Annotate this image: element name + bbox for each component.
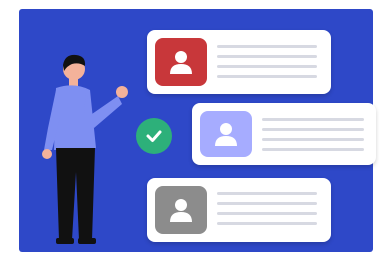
- avatar-purple: [200, 111, 252, 157]
- card-text-lines: [217, 192, 317, 232]
- profile-card-purple-selected[interactable]: [192, 103, 376, 165]
- user-icon: [170, 199, 192, 222]
- person-right-shoe: [78, 238, 96, 244]
- person-left-shoe: [56, 238, 74, 244]
- avatar-gray: [155, 186, 207, 234]
- user-icon: [215, 123, 237, 146]
- user-icon: [170, 51, 192, 74]
- check-circle-icon: [136, 118, 172, 154]
- card-text-lines: [262, 118, 364, 158]
- avatar-red: [155, 38, 207, 86]
- person-left-hand: [42, 149, 52, 159]
- profile-card-gray[interactable]: [147, 178, 331, 242]
- card-text-lines: [217, 45, 317, 85]
- profile-card-red[interactable]: [147, 30, 331, 94]
- person-pants: [56, 148, 95, 240]
- person-raised-hand: [116, 86, 128, 98]
- person-pointing-illustration: [42, 54, 128, 244]
